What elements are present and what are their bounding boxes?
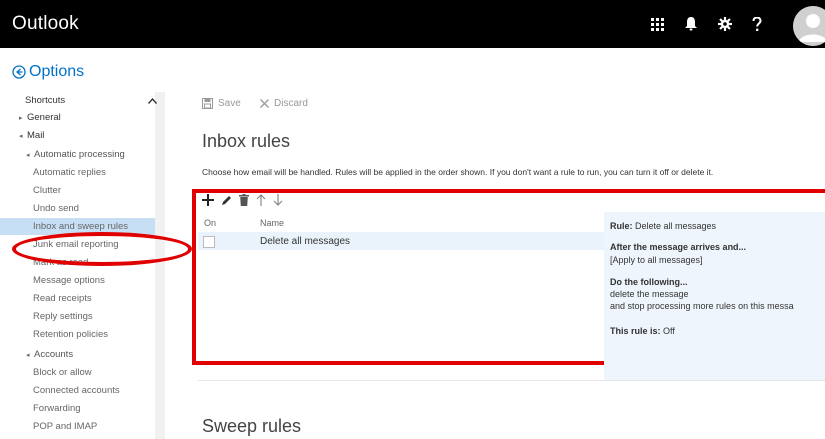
nav-shortcuts[interactable]: Shortcuts bbox=[0, 92, 165, 109]
column-header-on: On bbox=[204, 218, 217, 228]
nav-forwarding[interactable]: Forwarding bbox=[0, 400, 165, 417]
discard-button[interactable]: Discard bbox=[260, 98, 308, 109]
nav-automatic-processing[interactable]: ◂ Automatic processing bbox=[0, 146, 165, 163]
inbox-rules-title: Inbox rules bbox=[202, 131, 291, 151]
back-arrow-icon bbox=[12, 65, 26, 79]
gear-icon[interactable] bbox=[707, 0, 743, 48]
nav-automatic-replies[interactable]: Automatic replies bbox=[0, 164, 165, 181]
nav-inbox-and-sweep-rules[interactable]: Inbox and sweep rules bbox=[0, 218, 155, 235]
nav-block-or-allow[interactable]: Block or allow bbox=[0, 364, 165, 381]
rule-name: Delete all messages bbox=[260, 236, 351, 247]
rule-status: This rule is: Off bbox=[610, 326, 675, 336]
app-title[interactable]: Outlook bbox=[12, 13, 79, 35]
nav-reply-settings[interactable]: Reply settings bbox=[0, 308, 165, 325]
move-up-icon[interactable] bbox=[256, 194, 266, 206]
save-label: Save bbox=[218, 98, 241, 109]
move-down-icon[interactable] bbox=[273, 194, 283, 206]
bell-icon[interactable] bbox=[673, 0, 709, 48]
nav-mark-as-read[interactable]: Mark as read bbox=[0, 254, 165, 271]
column-header-name: Name bbox=[260, 218, 285, 228]
action-line-2: and stop processing more rules on this m… bbox=[610, 301, 794, 311]
save-button[interactable]: Save bbox=[202, 98, 241, 109]
condition-value: [Apply to all messages] bbox=[610, 255, 703, 265]
edit-pencil-icon[interactable] bbox=[221, 195, 232, 206]
help-icon[interactable] bbox=[739, 0, 775, 48]
action-heading: Do the following... bbox=[610, 277, 688, 287]
nav-pop-and-imap[interactable]: POP and IMAP bbox=[0, 418, 165, 435]
nav-accounts[interactable]: ◂ Accounts bbox=[0, 346, 165, 363]
sweep-rules-title: Sweep rules bbox=[202, 416, 302, 436]
save-icon bbox=[202, 98, 218, 109]
nav-undo-send[interactable]: Undo send bbox=[0, 200, 165, 217]
action-line-1: delete the message bbox=[610, 289, 689, 299]
nav-retention-policies[interactable]: Retention policies bbox=[0, 326, 165, 343]
nav-general[interactable]: ▸ General bbox=[0, 109, 165, 126]
rule-toolbar bbox=[202, 194, 283, 206]
avatar[interactable] bbox=[793, 6, 825, 46]
discard-label: Discard bbox=[274, 98, 308, 109]
section-divider bbox=[198, 380, 825, 381]
close-icon bbox=[260, 99, 274, 108]
nav-connected-accounts[interactable]: Connected accounts bbox=[0, 382, 165, 399]
inbox-rules-description: Choose how email will be handled. Rules … bbox=[202, 167, 714, 177]
nav-message-options[interactable]: Message options bbox=[0, 272, 165, 289]
options-back-link[interactable]: Options bbox=[12, 63, 84, 81]
rule-summary: Rule: Delete all messages bbox=[610, 221, 717, 231]
nav-mail[interactable]: ◂ Mail bbox=[0, 127, 165, 144]
top-bar: Outlook bbox=[0, 0, 825, 48]
rule-details-pane: Rule: Delete all messages After the mess… bbox=[604, 212, 825, 380]
app-launcher-icon[interactable] bbox=[639, 0, 675, 48]
nav-read-receipts[interactable]: Read receipts bbox=[0, 290, 165, 307]
add-icon[interactable] bbox=[202, 194, 214, 206]
nav-junk-email-reporting[interactable]: Junk email reporting bbox=[0, 236, 165, 253]
delete-trash-icon[interactable] bbox=[239, 194, 249, 206]
rule-on-checkbox[interactable] bbox=[203, 236, 215, 248]
nav-clutter[interactable]: Clutter bbox=[0, 182, 165, 199]
options-title: Options bbox=[29, 63, 85, 80]
condition-heading: After the message arrives and... bbox=[610, 242, 747, 252]
table-row[interactable] bbox=[198, 232, 604, 250]
options-nav: Shortcuts ▸ General ◂ Mail ◂ Automatic proc… bbox=[0, 92, 165, 439]
